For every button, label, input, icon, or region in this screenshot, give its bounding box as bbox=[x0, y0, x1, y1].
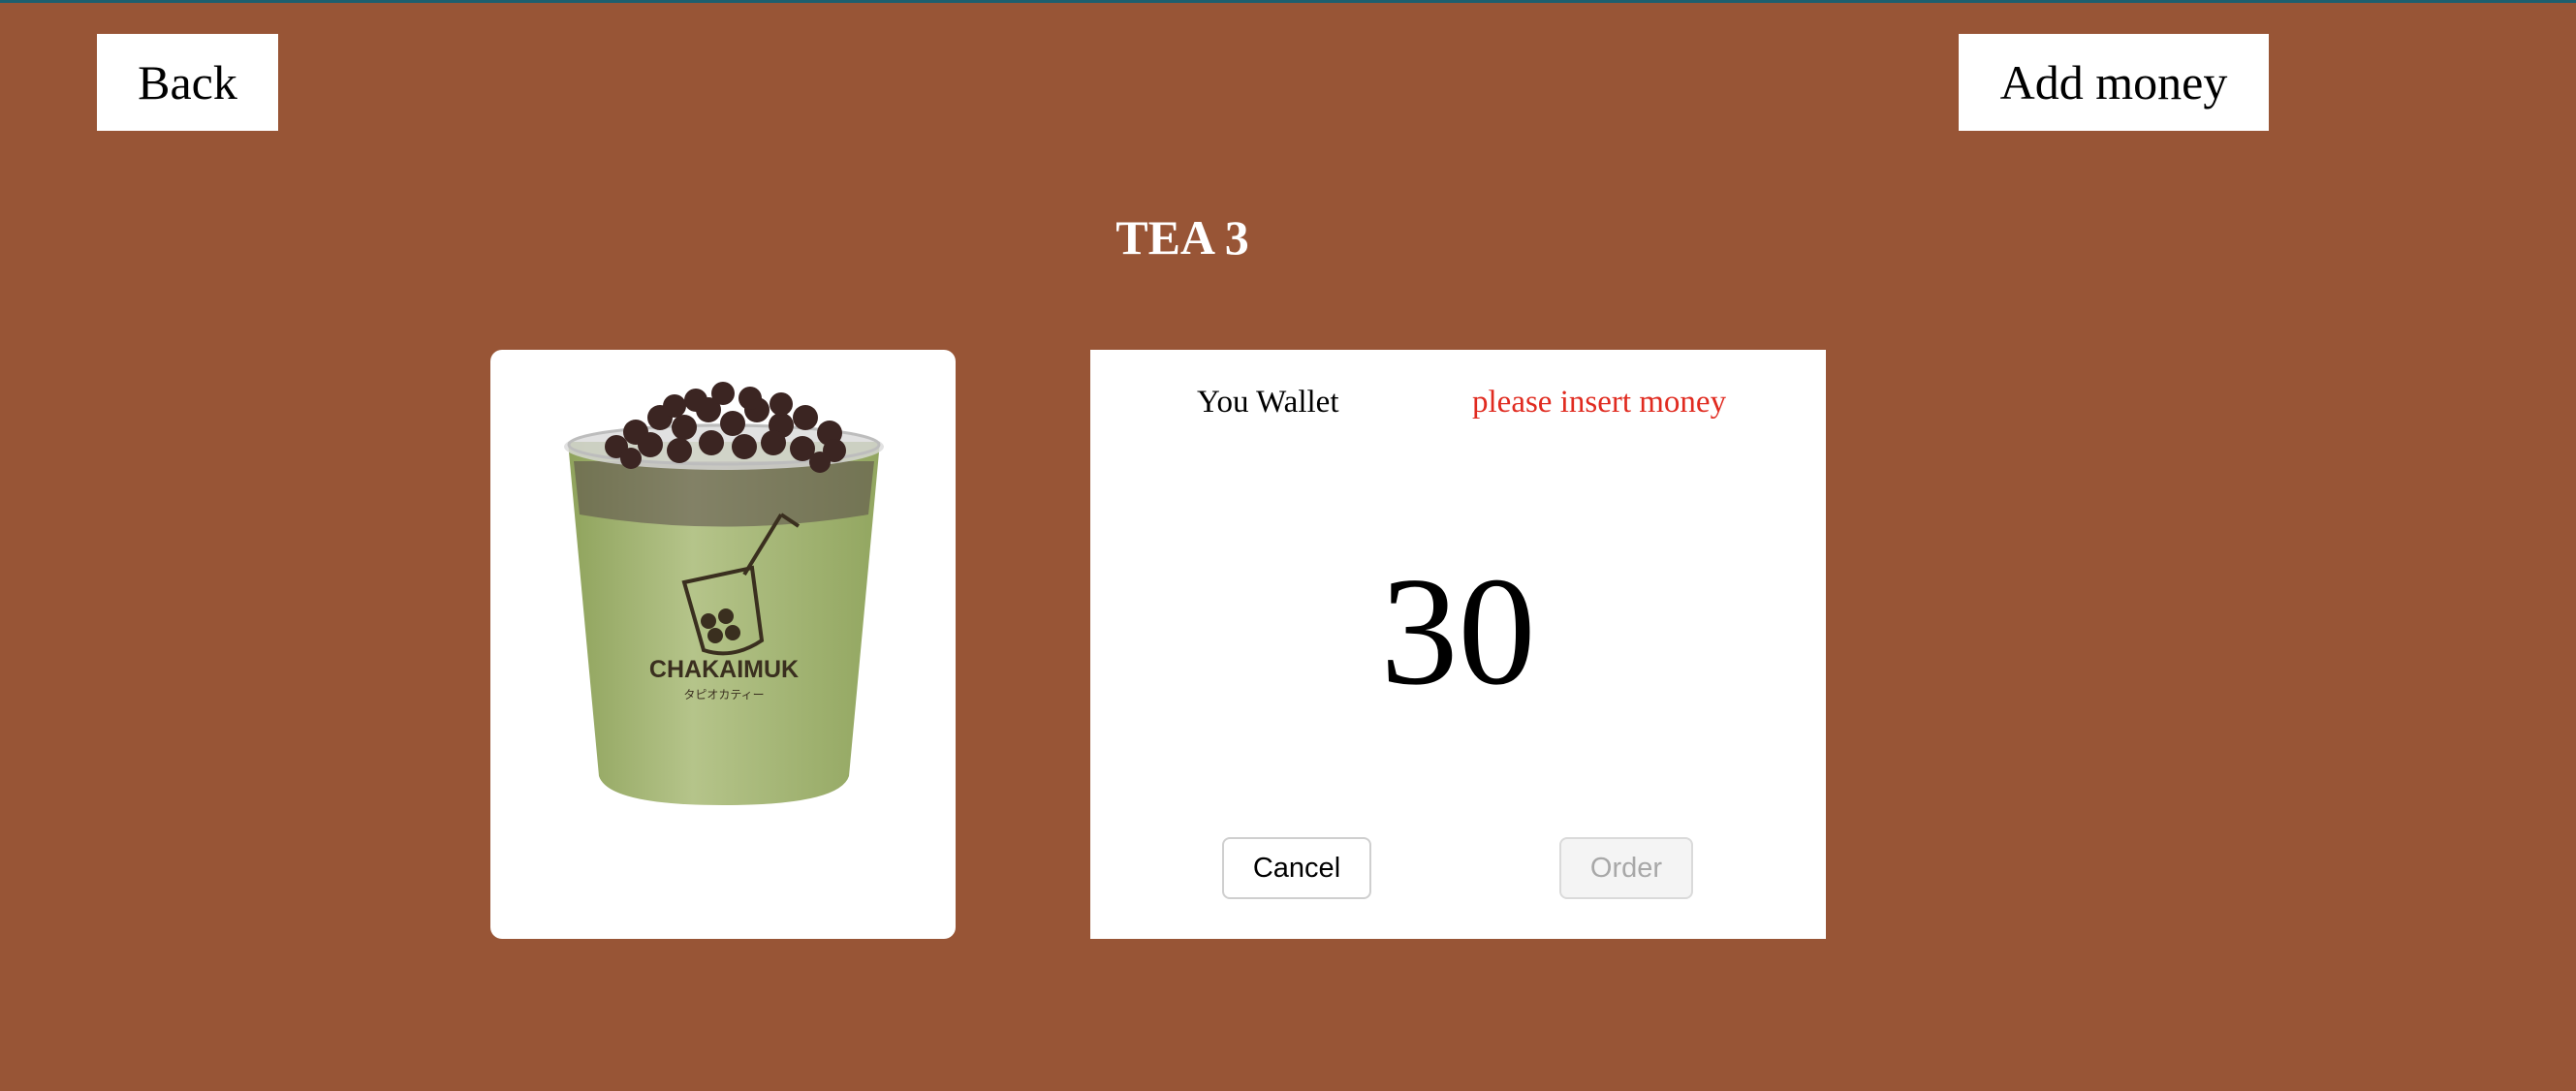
bubble-tea-cup-image: CHAKAIMUK タピオカティー bbox=[564, 382, 884, 805]
top-border bbox=[0, 0, 2576, 3]
cup-brand-text: CHAKAIMUK bbox=[649, 656, 799, 683]
cup-subtext: タピオカティー bbox=[683, 688, 764, 701]
insert-money-warning: please insert money bbox=[1472, 385, 1727, 420]
page-title: TEA 3 bbox=[1115, 210, 1249, 265]
wallet-card: You Wallet please insert money 30 Cancel… bbox=[1090, 350, 1826, 939]
add-money-button[interactable]: Add money bbox=[1959, 34, 2269, 131]
wallet-amount: 30 bbox=[1380, 545, 1536, 717]
back-button[interactable]: Back bbox=[97, 34, 278, 131]
cancel-button[interactable]: Cancel bbox=[1222, 837, 1371, 899]
product-image-card: CHAKAIMUK タピオカティー bbox=[490, 350, 956, 939]
wallet-label: You Wallet bbox=[1197, 385, 1339, 420]
order-button[interactable]: Order bbox=[1559, 837, 1693, 899]
